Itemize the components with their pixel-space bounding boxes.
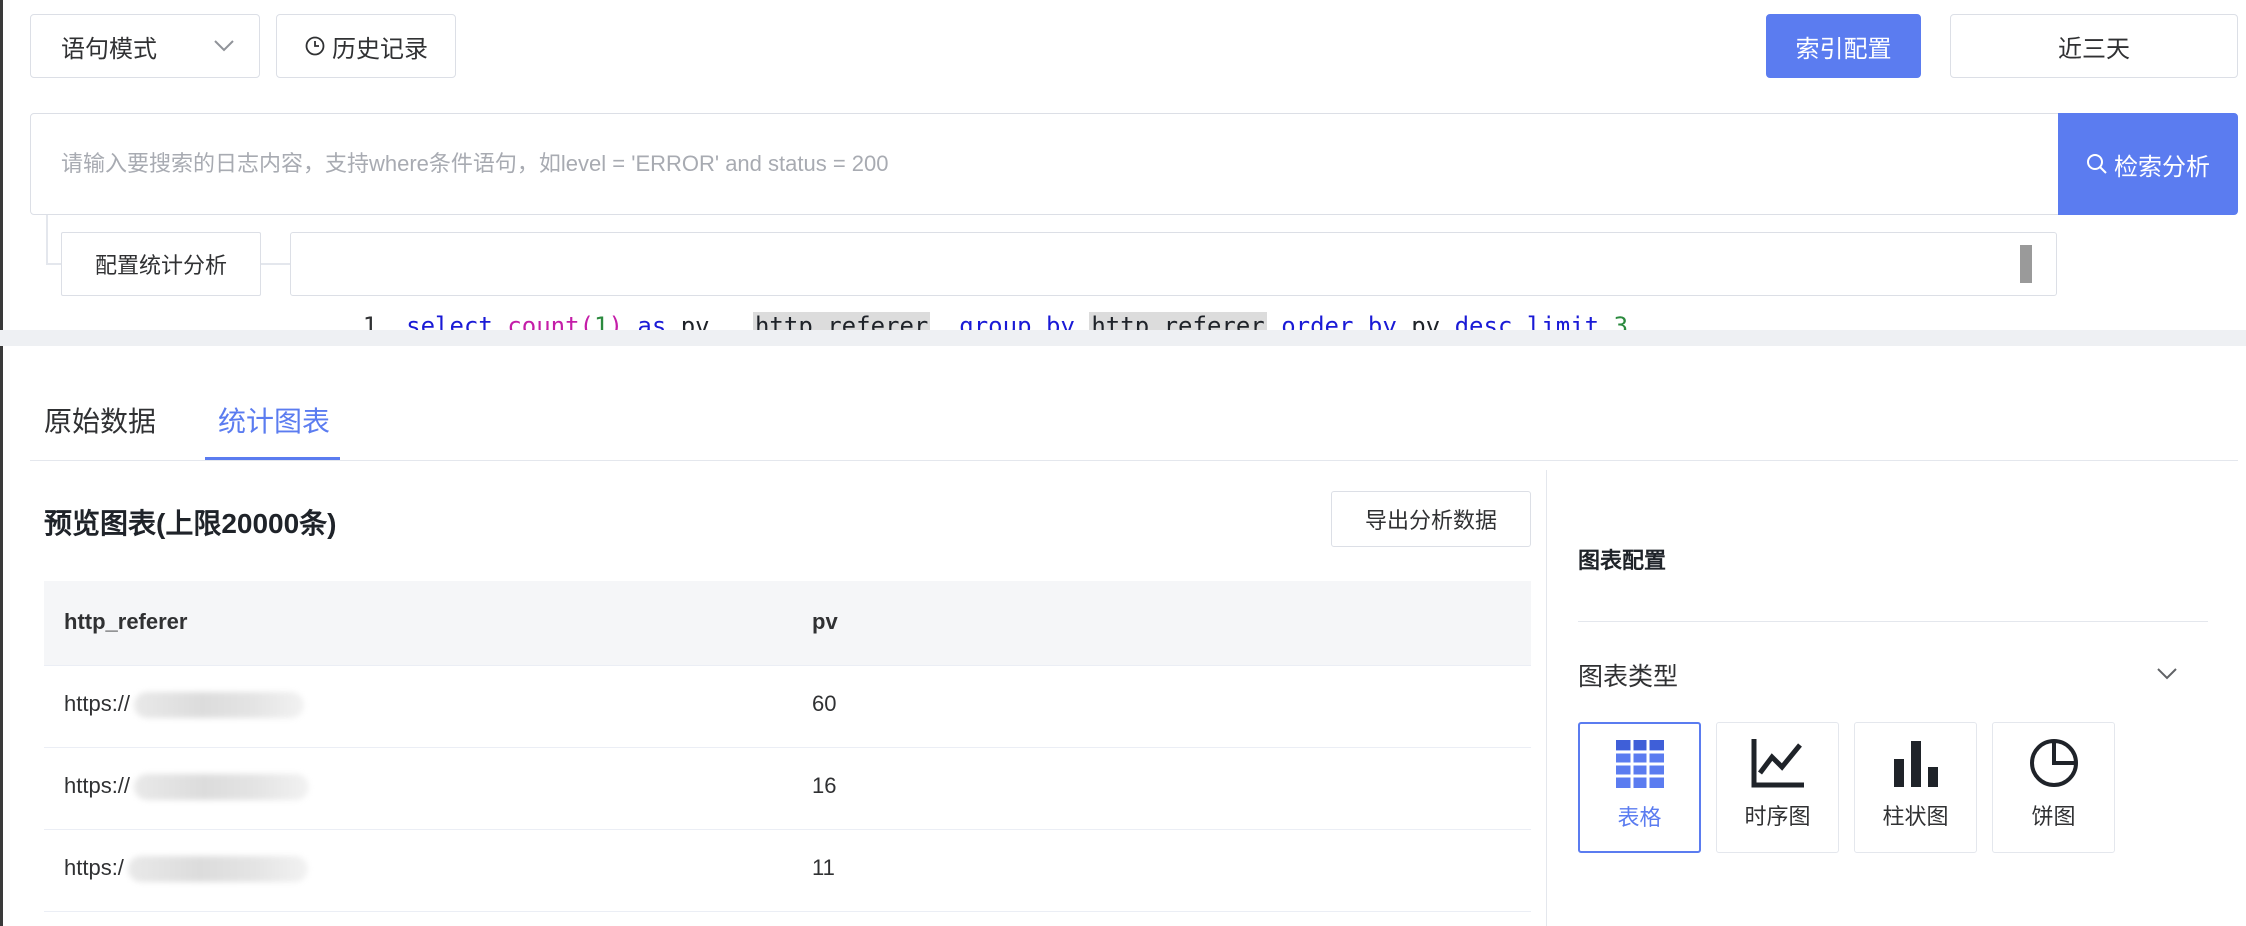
- redacted-url: [134, 692, 305, 719]
- tab-raw-data-label: 原始数据: [44, 406, 157, 437]
- data-table: http_referer pv https:// 60 https:// 16 …: [44, 581, 1531, 926]
- config-stats-label: 配置统计分析: [94, 253, 227, 278]
- cell-referer: https://: [64, 773, 310, 801]
- connector-line: [46, 215, 48, 265]
- tab-stats-chart[interactable]: 统计图表: [218, 400, 330, 444]
- connector-line-h: [46, 263, 62, 265]
- chart-type-line[interactable]: 时序图: [1716, 722, 1839, 853]
- tabs-divider: [30, 460, 2238, 461]
- cell-pv: 11: [812, 855, 835, 880]
- connector-line-mid: [261, 263, 291, 265]
- redacted-url: [127, 856, 308, 883]
- sql-editor[interactable]: 1 select count(1) as pv , http_referer g…: [290, 232, 2057, 340]
- chart-type-pie-label: 饼图: [2031, 804, 2076, 829]
- export-label: 导出分析数据: [1364, 508, 1497, 533]
- chart-config-divider: [1578, 621, 2208, 622]
- search-analyze-label: 检索分析: [2114, 153, 2210, 181]
- chart-type-pie[interactable]: 饼图: [1992, 722, 2115, 853]
- redacted-url: [134, 774, 310, 801]
- chart-type-line-label: 时序图: [1744, 804, 1811, 829]
- sql-line: 1 select count(1) as pv , http_referer g…: [305, 233, 1628, 340]
- table-icon: [1615, 740, 1664, 788]
- cell-referer: https://: [64, 691, 305, 719]
- column-header-referer: http_referer: [64, 609, 188, 634]
- cell-pv: 60: [812, 691, 837, 716]
- history-button[interactable]: 历史记录: [276, 14, 456, 78]
- chart-type-table-label: 表格: [1617, 805, 1662, 830]
- table-row: https:// 60: [44, 665, 1531, 748]
- line-chart-icon: [1751, 739, 1804, 788]
- window-edge: [0, 0, 3, 926]
- table-row: https:// 16: [44, 747, 1531, 830]
- editor-scrollbar[interactable]: [2020, 245, 2032, 283]
- history-label: 历史记录: [332, 35, 428, 63]
- panel-divider: [1546, 470, 1547, 926]
- search-box: [30, 113, 2100, 215]
- cell-referer: https:/: [64, 855, 308, 883]
- mode-select[interactable]: 语句模式: [30, 14, 260, 78]
- chart-type-label: 图表类型: [1578, 663, 1679, 691]
- chevron-down-icon: [214, 40, 234, 52]
- search-icon: [2087, 154, 2107, 174]
- time-range-select[interactable]: 近三天: [1950, 14, 2238, 78]
- column-header-pv: pv: [812, 609, 838, 634]
- tab-stats-chart-label: 统计图表: [218, 406, 331, 437]
- index-config-label: 索引配置: [1795, 35, 1892, 63]
- config-stats-button[interactable]: 配置统计分析: [61, 232, 261, 296]
- cell-pv: 16: [812, 773, 837, 798]
- chart-config-title: 图表配置: [1578, 548, 1667, 573]
- time-range-label: 近三天: [2058, 35, 2130, 63]
- chart-type-bar[interactable]: 柱状图: [1854, 722, 1977, 853]
- pie-chart-icon: [2029, 739, 2078, 787]
- chevron-down-icon: [2157, 668, 2177, 680]
- chart-type-table[interactable]: 表格: [1578, 722, 1701, 853]
- table-header: http_referer pv: [44, 581, 1531, 666]
- chart-type-section[interactable]: 图表类型: [1578, 655, 2178, 691]
- bar-chart-icon: [1893, 741, 1938, 787]
- clock-icon: [305, 36, 325, 56]
- index-config-button[interactable]: 索引配置: [1766, 14, 1921, 78]
- mode-select-value: 语句模式: [61, 35, 157, 63]
- chart-type-bar-label: 柱状图: [1882, 804, 1949, 829]
- tab-raw-data[interactable]: 原始数据: [44, 400, 156, 444]
- export-button[interactable]: 导出分析数据: [1331, 491, 1531, 547]
- referer-text: https://: [64, 773, 131, 798]
- section-separator: [0, 330, 2246, 346]
- table-row: https:/ 11: [44, 829, 1531, 912]
- search-input[interactable]: [31, 114, 2051, 214]
- preview-title: 预览图表(上限20000条): [44, 508, 337, 539]
- referer-text: https:/: [64, 855, 124, 880]
- referer-text: https://: [64, 691, 131, 716]
- search-analyze-button[interactable]: 检索分析: [2058, 113, 2238, 215]
